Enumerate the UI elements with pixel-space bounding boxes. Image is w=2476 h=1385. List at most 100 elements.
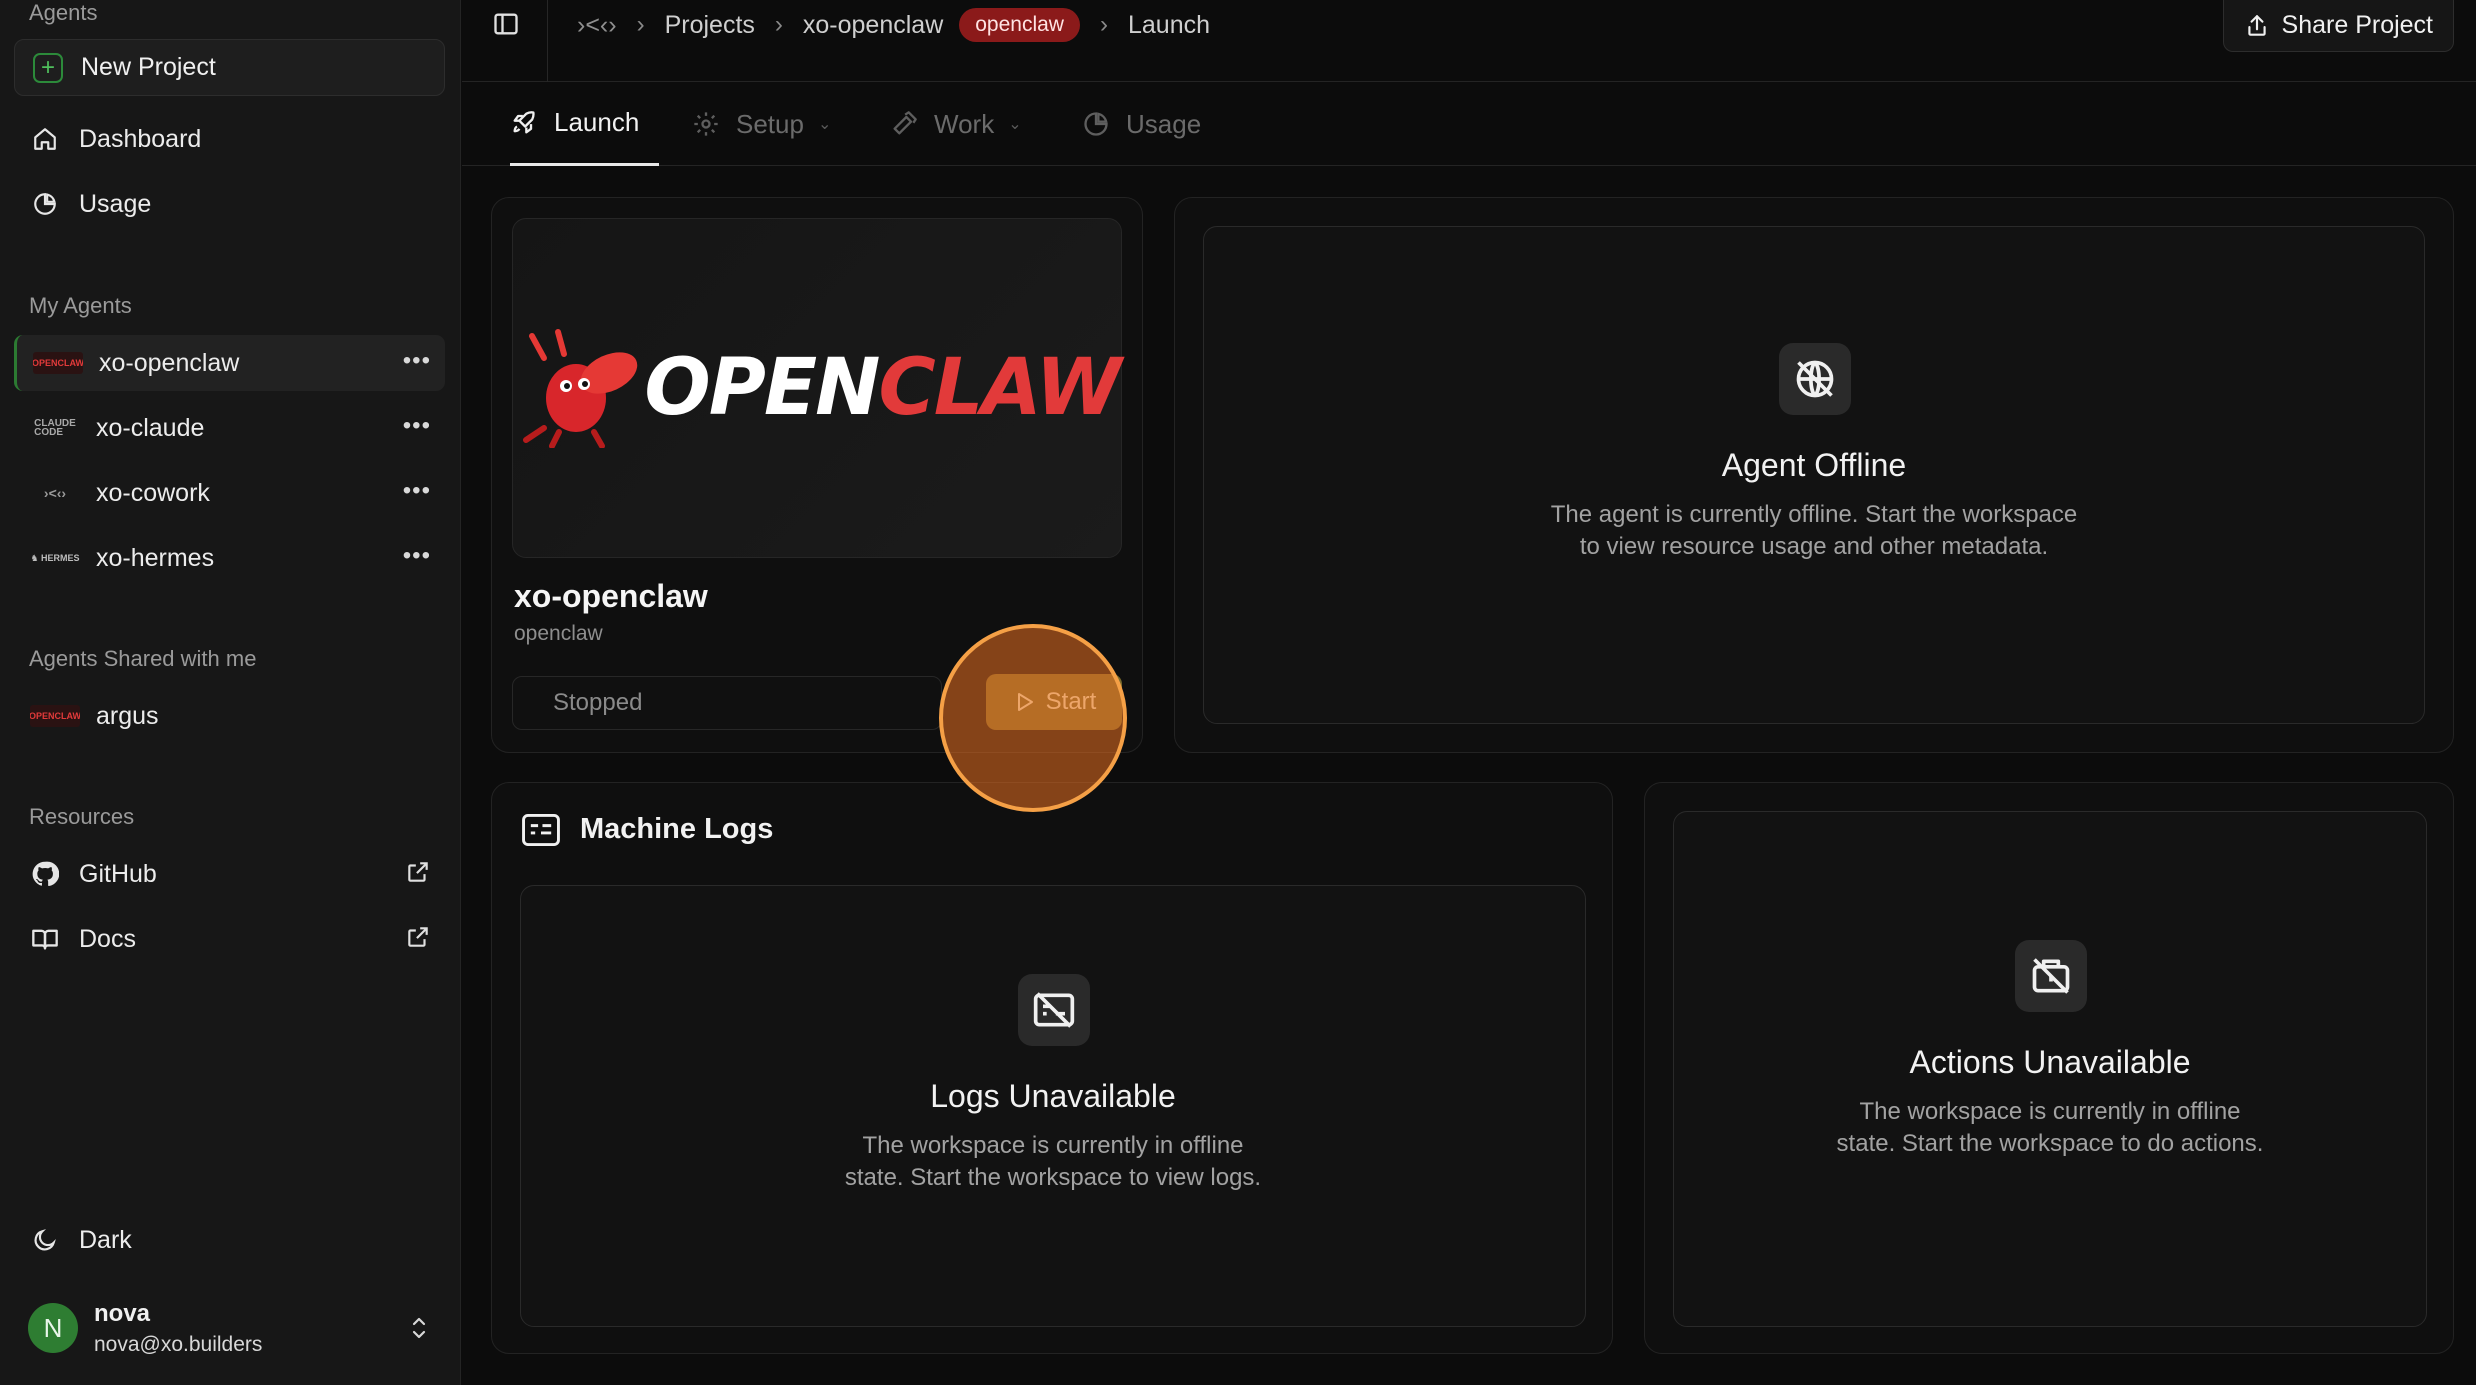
breadcrumb-projects[interactable]: Projects [665,11,755,40]
sidebar-item-xo-cowork[interactable]: ›<‹› xo-cowork ••• [14,465,445,521]
shared-agents-heading: Agents Shared with me [29,646,257,671]
user-name: nova [94,1299,151,1327]
tab-label: Setup [736,108,804,139]
top-bar-divider [547,0,548,82]
user-info: nova nova@xo.builders [94,1300,262,1357]
new-project-button[interactable]: + New Project [14,39,445,96]
logs-off-icon [1018,974,1090,1046]
sidebar-item-label: GitHub [79,859,157,888]
chevron-up-down-icon [407,1314,431,1347]
theme-toggle[interactable]: Dark [14,1212,132,1268]
share-icon [2247,14,2266,36]
agent-status-card: Agent Offline The agent is currently off… [1174,197,2454,753]
play-icon [1017,693,1033,711]
globe-off-icon [1779,343,1851,415]
top-bar: ›<‹› › Projects › xo-openclaw openclaw ›… [462,0,2476,82]
breadcrumb-project[interactable]: xo-openclaw [803,11,943,40]
share-project-button[interactable]: Share Project [2222,0,2454,52]
agent-banner: OPEN CLAW [512,218,1122,558]
external-link-icon [405,924,431,957]
home-icon [30,124,60,154]
tab-label: Work [934,108,995,139]
sidebar-item-github[interactable]: GitHub [14,846,445,902]
sidebar-item-docs[interactable]: Docs [14,911,445,967]
actions-panel: Actions Unavailable The workspace is cur… [1673,811,2427,1327]
hermes-logo-icon: ♞ HERMES [30,552,80,563]
moon-icon [30,1225,60,1255]
sidebar-item-label: xo-cowork [96,478,210,507]
user-menu[interactable]: N nova nova@xo.builders [14,1296,445,1360]
xo-home-link[interactable]: ›<‹› [577,11,617,40]
book-icon [30,924,60,954]
more-icon[interactable]: ••• [403,477,431,505]
tab-launch[interactable]: Launch [510,82,660,166]
logs-unavailable-description-line2: state. Start the workspace to view logs. [844,1164,1262,1191]
gear-icon [694,112,718,136]
logs-unavailable-description-line1: The workspace is currently in offline [862,1132,1244,1159]
sidebar: Agents + New Project Dashboard Usage My … [0,0,461,1385]
sidebar-item-label: Docs [79,924,136,953]
chevron-right-icon: › [774,11,783,38]
sidebar-item-label: xo-hermes [96,543,215,572]
avatar: N [28,1303,78,1353]
pie-chart-icon [1084,112,1108,136]
agents-heading: Agents [29,0,98,25]
logo-text-claw: CLAW [878,343,1121,433]
tab-usage[interactable]: Usage [1082,82,1201,166]
agent-offline-panel: Agent Offline The agent is currently off… [1203,226,2425,724]
plus-icon: + [33,52,63,83]
agent-status: Stopped [512,676,942,730]
actions-unavailable-title: Actions Unavailable [1909,1044,2191,1080]
sidebar-item-dashboard[interactable]: Dashboard [14,111,445,167]
tab-work[interactable]: Work ⌄ [890,82,1022,166]
machine-logs-header: Machine Logs [522,813,773,846]
start-button[interactable]: Start [986,674,1122,730]
sidebar-item-label: xo-claude [96,413,205,442]
hammer-icon [893,111,917,135]
tab-label: Launch [554,107,640,137]
agent-type-badge: openclaw [959,8,1080,42]
sidebar-item-xo-claude[interactable]: CLAUDE CODE xo-claude ••• [14,400,445,456]
logo-text-open: OPEN [644,343,880,433]
user-email: nova@xo.builders [94,1332,263,1356]
share-project-label: Share Project [2281,11,2433,39]
sidebar-item-label: argus [96,701,159,730]
xo-logo-icon: ›<‹› [43,485,67,501]
resources-heading: Resources [29,804,135,829]
openclaw-logo-icon: OPENCLAW [30,705,80,727]
machine-logs-heading: Machine Logs [580,813,774,845]
rocket-icon [513,110,535,133]
sidebar-item-argus[interactable]: OPENCLAW argus [14,688,445,744]
logs-unavailable-title: Logs Unavailable [930,1078,1176,1114]
new-project-label: New Project [81,53,216,81]
actions-off-icon [2015,940,2087,1012]
my-agents-heading: My Agents [29,293,132,318]
sidebar-item-label: xo-openclaw [99,348,240,377]
logs-panel: Logs Unavailable The workspace is curren… [520,885,1586,1327]
claude-code-logo-icon: CLAUDE CODE [34,418,76,438]
more-icon[interactable]: ••• [403,347,431,375]
more-icon[interactable]: ••• [403,412,431,440]
lobster-logo-icon [523,329,638,448]
sidebar-item-xo-hermes[interactable]: ♞ HERMES xo-hermes ••• [14,530,445,586]
start-label: Start [1045,688,1097,715]
sidebar-item-label: Usage [79,189,152,218]
sidebar-toggle-icon[interactable] [492,10,520,43]
openclaw-logo-icon: OPENCLAW [33,352,83,374]
machine-logs-card: Machine Logs Logs Unavailable The worksp… [491,782,1613,1354]
agent-offline-description-line1: The agent is currently offline. Start th… [1550,501,2078,528]
actions-unavailable-description-line2: state. Start the workspace to do actions… [1836,1130,2264,1157]
actions-unavailable-description-line1: The workspace is currently in offline [1859,1098,2241,1125]
agent-offline-title: Agent Offline [1721,447,1907,483]
agent-subtitle: openclaw [514,622,603,645]
sidebar-item-xo-openclaw[interactable]: OPENCLAW xo-openclaw ••• [14,335,445,391]
tab-setup[interactable]: Setup ⌄ [692,82,831,166]
tab-label: Usage [1126,108,1202,139]
sidebar-item-usage[interactable]: Usage [14,176,445,232]
tab-bar: Launch Setup ⌄ Work ⌄ Usage [462,82,2476,166]
github-icon [30,859,60,889]
sidebar-item-label: Dashboard [79,124,202,153]
more-icon[interactable]: ••• [403,542,431,570]
theme-label: Dark [79,1225,132,1254]
chevron-right-icon: › [636,11,645,38]
